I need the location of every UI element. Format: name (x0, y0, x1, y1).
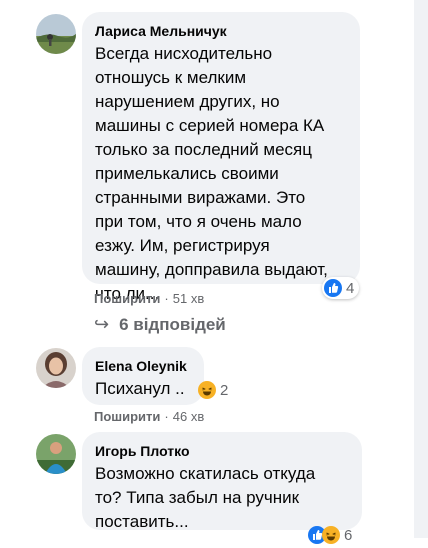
reply-arrow-icon: ↪ (94, 314, 110, 334)
view-replies-link[interactable]: ↪ 6 відповідей (94, 314, 226, 335)
comment-text: Всегда нисходительно отношусь к мелким н… (95, 44, 328, 303)
comment-time[interactable]: 51 хв (173, 291, 204, 306)
haha-icon (198, 381, 216, 399)
reaction-summary[interactable]: 6 (306, 524, 357, 546)
comment-text: Психанул .. (95, 379, 185, 398)
reaction-count: 2 (220, 381, 229, 399)
avatar-photo-icon (36, 348, 76, 388)
share-link[interactable]: Поширити (94, 291, 160, 306)
comment-author[interactable]: Лариса Мельничук (95, 22, 347, 40)
share-link[interactable]: Поширити (94, 409, 160, 424)
avatar[interactable] (36, 348, 76, 388)
separator: · (164, 291, 169, 306)
comment-actions: Поширити · 46 хв (94, 409, 204, 425)
avatar-photo-icon (36, 434, 76, 474)
comment-actions: Поширити · 51 хв (94, 291, 204, 307)
comment-bubble: Elena Oleynik Психанул .. (82, 347, 204, 405)
like-icon (324, 279, 342, 297)
avatar[interactable] (36, 14, 76, 54)
haha-icon (322, 526, 340, 544)
comment-author[interactable]: Elena Oleynik (95, 357, 191, 375)
replies-label: 6 відповідей (119, 314, 226, 334)
comment-bubble: Лариса Мельничук Всегда нисходительно от… (82, 12, 360, 303)
separator: · (164, 409, 169, 424)
comment-text: Возможно скатилась откуда то? Типа забыл… (95, 464, 316, 531)
reaction-count: 6 (344, 526, 353, 544)
avatar[interactable] (36, 434, 76, 474)
reaction-summary[interactable]: 4 (322, 277, 360, 299)
scrollbar-track[interactable] (414, 0, 428, 538)
reaction-summary[interactable]: 2 (196, 379, 233, 401)
avatar-photo-icon (36, 14, 76, 54)
comment-time[interactable]: 46 хв (173, 409, 204, 424)
comment-author[interactable]: Игорь Плотко (95, 442, 349, 460)
reaction-count: 4 (346, 279, 355, 297)
comment-bubble: Игорь Плотко Возможно скатилась откуда т… (82, 432, 362, 531)
